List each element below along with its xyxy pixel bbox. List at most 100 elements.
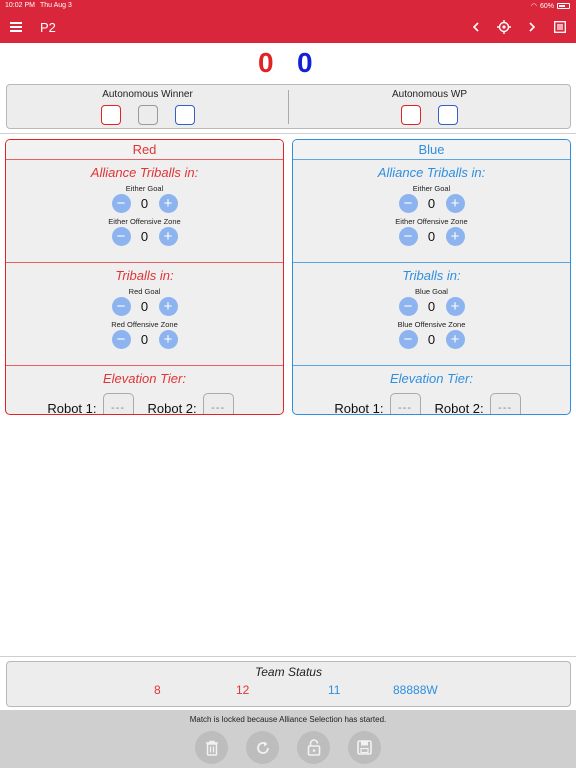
red-goal-stepper: − 0 +: [6, 297, 283, 316]
red-alliance-header: Red: [6, 140, 283, 160]
team-number[interactable]: 88888W: [393, 683, 438, 697]
blue-alliance-panel: Blue Alliance Triballs in: Either Goal −…: [292, 139, 571, 415]
blue-alliance-header: Blue: [293, 140, 570, 160]
red-zone-stepper: − 0 +: [6, 330, 283, 349]
wifi-icon: ◠: [530, 3, 537, 10]
unlock-icon[interactable]: [297, 731, 330, 764]
red-goal-value: 0: [140, 299, 149, 314]
blue-alliance-triballs-section: Alliance Triballs in: Either Goal − 0 + …: [293, 165, 570, 263]
minus-icon[interactable]: −: [111, 330, 131, 349]
blue-zone-label: Blue Offensive Zone: [397, 320, 466, 329]
blue-alliance-triballs-title: Alliance Triballs in:: [377, 165, 486, 180]
blue-triballs-section: Triballs in: Blue Goal − 0 + Blue Offens…: [293, 268, 570, 366]
refresh-icon[interactable]: [246, 731, 279, 764]
autonomous-wp-section: Autonomous WP: [289, 85, 570, 127]
status-bar: 10:02 PM Thu Aug 3 ◠ 60%: [0, 0, 576, 12]
red-robot1-tier-picker[interactable]: ---: [102, 393, 134, 414]
red-triballs-section: Triballs in: Red Goal − 0 + Red Offensiv…: [6, 268, 283, 366]
autonomous-panel: Autonomous Winner Autonomous WP: [6, 84, 571, 129]
red-alliance-panel: Red Alliance Triballs in: Either Goal − …: [5, 139, 284, 415]
status-date: Thu Aug 3: [40, 2, 72, 9]
blue-goal-value: 0: [427, 299, 436, 314]
blue-score: 0: [297, 47, 313, 78]
trash-icon[interactable]: [195, 731, 228, 764]
team-status-title: Team Status: [255, 665, 322, 679]
divider: [0, 656, 576, 657]
red-score: 0: [258, 47, 274, 78]
autonomous-winner-section: Autonomous Winner: [7, 85, 288, 127]
blue-goal-label: Blue Goal: [415, 287, 448, 296]
blue-goal-stepper: − 0 +: [293, 297, 570, 316]
red-either-goal-value: 0: [140, 196, 149, 211]
red-either-goal-stepper: − 0 +: [6, 194, 283, 213]
red-either-goal-label: Either Goal: [125, 184, 164, 193]
team-number[interactable]: 8: [154, 683, 161, 697]
autonomous-wp-red-checkbox[interactable]: [401, 105, 421, 125]
minus-icon[interactable]: −: [111, 194, 131, 213]
plus-icon[interactable]: +: [445, 330, 465, 349]
crosshair-icon[interactable]: [496, 18, 512, 36]
plus-icon[interactable]: +: [158, 227, 178, 246]
minus-icon[interactable]: −: [111, 297, 131, 316]
battery-icon: [557, 3, 570, 9]
red-elevation-section: Elevation Tier: Robot 1: --- Robot 2: --…: [6, 371, 283, 415]
status-time: 10:02 PM: [5, 2, 35, 9]
red-elevation-title: Elevation Tier:: [103, 371, 186, 386]
plus-icon[interactable]: +: [445, 297, 465, 316]
blue-either-goal-value: 0: [427, 196, 436, 211]
plus-icon[interactable]: +: [445, 194, 465, 213]
chevron-right-icon[interactable]: [524, 18, 540, 36]
blue-either-zone-label: Either Offensive Zone: [395, 217, 468, 226]
blue-either-goal-stepper: − 0 +: [293, 194, 570, 213]
score-display: 0 0: [0, 47, 576, 81]
red-robot2-tier-picker[interactable]: ---: [202, 393, 234, 414]
red-triballs-title: Triballs in:: [115, 268, 174, 283]
red-either-zone-stepper: − 0 +: [6, 227, 283, 246]
autonomous-wp-blue-checkbox[interactable]: [438, 105, 458, 125]
minus-icon[interactable]: −: [111, 227, 131, 246]
red-either-zone-value: 0: [140, 229, 149, 244]
team-number[interactable]: 11: [328, 683, 340, 697]
red-alliance-triballs-section: Alliance Triballs in: Either Goal − 0 + …: [6, 165, 283, 263]
autonomous-winner-tie-checkbox[interactable]: [137, 105, 158, 125]
minus-icon[interactable]: −: [398, 330, 418, 349]
app-bar: P2: [0, 12, 576, 43]
team-status-panel: Team Status 8 12 11 88888W: [6, 661, 571, 707]
red-robot2-label: Robot 2:: [147, 401, 197, 415]
autonomous-winner-label: Autonomous Winner: [102, 89, 193, 100]
red-alliance-triballs-title: Alliance Triballs in:: [90, 165, 199, 180]
minus-icon[interactable]: −: [398, 297, 418, 316]
autonomous-winner-blue-checkbox[interactable]: [174, 105, 195, 125]
top-bar: 10:02 PM Thu Aug 3 ◠ 60% P2: [0, 0, 576, 43]
app-title: P2: [40, 20, 56, 35]
blue-robot1-label: Robot 1:: [334, 401, 384, 415]
blue-either-zone-value: 0: [427, 229, 436, 244]
red-zone-label: Red Offensive Zone: [111, 320, 178, 329]
blue-robot2-label: Robot 2:: [434, 401, 484, 415]
save-icon[interactable]: [348, 731, 381, 764]
blue-triballs-title: Triballs in:: [402, 268, 461, 283]
minus-icon[interactable]: −: [398, 227, 418, 246]
plus-icon[interactable]: +: [445, 227, 465, 246]
red-goal-label: Red Goal: [128, 287, 161, 296]
autonomous-wp-label: Autonomous WP: [391, 89, 468, 100]
blue-robot2-tier-picker[interactable]: ---: [489, 393, 521, 414]
blue-zone-value: 0: [427, 332, 436, 347]
blue-robot1-tier-picker[interactable]: ---: [389, 393, 421, 414]
plus-icon[interactable]: +: [158, 297, 178, 316]
lock-message: Match is locked because Alliance Selecti…: [189, 715, 387, 724]
blue-zone-stepper: − 0 +: [293, 330, 570, 349]
blue-elevation-title: Elevation Tier:: [390, 371, 473, 386]
plus-icon[interactable]: +: [158, 330, 178, 349]
list-icon[interactable]: [552, 18, 568, 36]
autonomous-winner-red-checkbox[interactable]: [100, 105, 121, 125]
blue-either-goal-label: Either Goal: [412, 184, 451, 193]
minus-icon[interactable]: −: [398, 194, 418, 213]
bottom-bar: Match is locked because Alliance Selecti…: [0, 710, 576, 768]
menu-icon[interactable]: [10, 22, 22, 32]
team-number[interactable]: 12: [236, 683, 249, 697]
red-zone-value: 0: [140, 332, 149, 347]
blue-elevation-section: Elevation Tier: Robot 1: --- Robot 2: --…: [293, 371, 570, 415]
chevron-left-icon[interactable]: [468, 18, 484, 36]
plus-icon[interactable]: +: [158, 194, 178, 213]
